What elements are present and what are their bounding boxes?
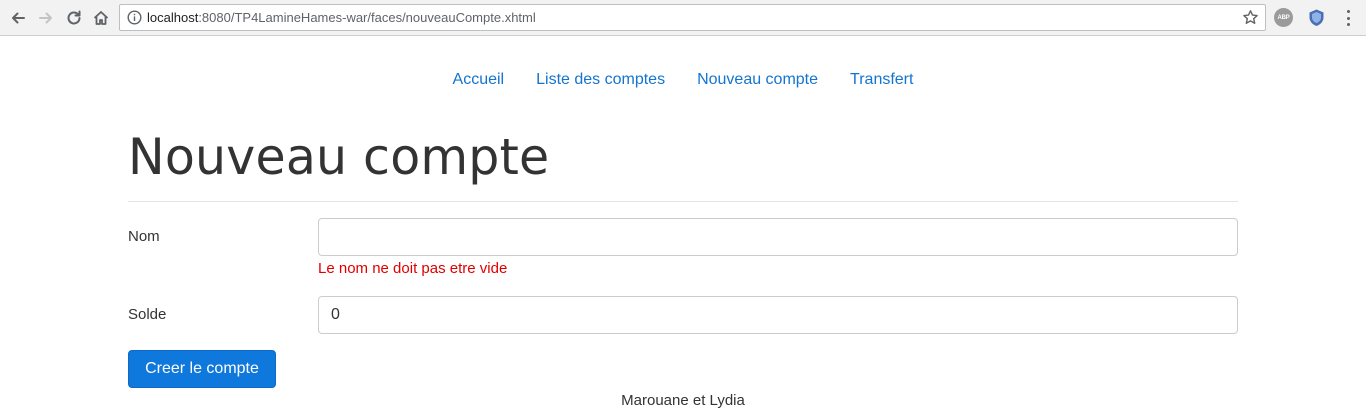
nav-link-transfert[interactable]: Transfert <box>850 68 913 92</box>
page-title: Nouveau compte <box>128 128 550 186</box>
footer-text: Marouane et Lydia <box>621 392 745 409</box>
nav-link-accueil[interactable]: Accueil <box>453 68 505 92</box>
back-arrow-icon[interactable] <box>6 6 30 30</box>
solde-input[interactable] <box>318 296 1238 334</box>
url-text[interactable]: localhost:8080/TP4LamineHames-war/faces/… <box>147 10 536 26</box>
create-account-button[interactable]: Creer le compte <box>128 350 276 388</box>
nom-input[interactable] <box>318 218 1238 256</box>
address-bar[interactable]: localhost:8080/TP4LamineHames-war/faces/… <box>119 4 1266 31</box>
title-divider <box>128 201 1238 202</box>
url-host: localhost <box>147 10 199 25</box>
abp-label: ABP <box>1277 14 1290 21</box>
nav-link-liste-des-comptes[interactable]: Liste des comptes <box>536 68 665 92</box>
reload-icon[interactable] <box>62 6 86 30</box>
home-icon[interactable] <box>89 6 113 30</box>
top-navigation: Accueil Liste des comptes Nouveau compte… <box>0 68 1366 92</box>
url-path: :8080/TP4LamineHames-war/faces/nouveauCo… <box>198 10 536 25</box>
forward-arrow-icon[interactable] <box>34 6 58 30</box>
nav-link-nouveau-compte[interactable]: Nouveau compte <box>697 68 818 92</box>
nom-label: Nom <box>128 228 160 245</box>
abp-icon[interactable]: ABP <box>1274 8 1293 27</box>
browser-toolbar: localhost:8080/TP4LamineHames-war/faces/… <box>0 0 1366 36</box>
shield-extension-icon[interactable] <box>1307 8 1326 27</box>
star-icon[interactable] <box>1242 9 1259 26</box>
nom-error-message: Le nom ne doit pas etre vide <box>318 260 508 277</box>
solde-label: Solde <box>128 306 167 323</box>
info-icon[interactable] <box>127 10 142 25</box>
menu-dots-icon[interactable] <box>1340 9 1356 27</box>
